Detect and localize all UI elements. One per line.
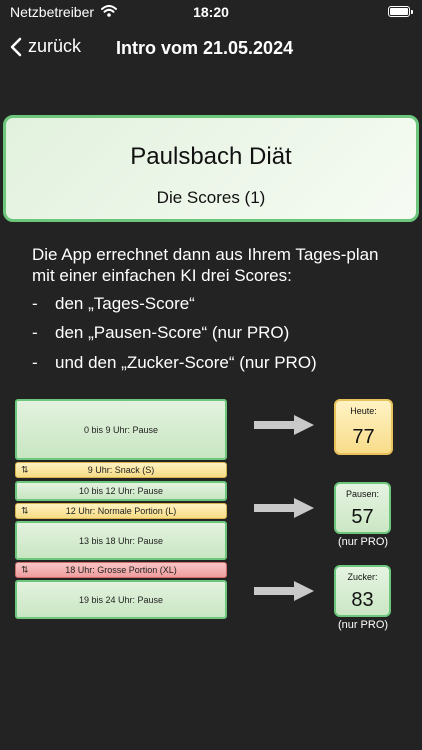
plan-block-label: 12 Uhr: Normale Portion (L) — [65, 506, 177, 516]
status-bar: Netzbetreiber 18:20 — [0, 0, 422, 26]
score-sugar-card: Zucker: 83 — [334, 565, 391, 617]
clock-time: 18:20 — [193, 4, 229, 20]
arrow-right-icon — [254, 415, 314, 435]
plan-block-pause: 13 bis 18 Uhr: Pause — [15, 521, 227, 560]
plan-block-pause: 19 bis 24 Uhr: Pause — [15, 580, 227, 619]
bullet-dash: - — [32, 294, 38, 313]
score-pause-card: Pausen: 57 — [334, 482, 391, 534]
plan-block-label: 18 Uhr: Grosse Portion (XL) — [65, 565, 177, 575]
plan-block-meal: ⇅ 12 Uhr: Normale Portion (L) — [15, 503, 227, 519]
arrow-right-icon — [254, 581, 314, 601]
plan-block-label: 10 bis 12 Uhr: Pause — [78, 486, 164, 496]
navigation-bar: zurück Intro vom 21.05.2024 — [0, 30, 422, 66]
bullet-text: den „Tages-Score“ — [55, 294, 195, 313]
swap-icon: ⇅ — [21, 464, 29, 475]
score-label: Zucker: — [347, 572, 378, 582]
bullet-text: den „Pausen-Score“ (nur PRO) — [55, 323, 290, 342]
bullet-text: und den „Zucker-Score“ (nur PRO) — [55, 353, 317, 372]
battery-icon — [388, 6, 413, 17]
plan-block-label: 0 bis 9 Uhr: Pause — [83, 424, 159, 435]
score-label: Pausen: — [345, 489, 380, 499]
plan-block-pause: 0 bis 9 Uhr: Pause — [15, 399, 227, 460]
chevron-left-icon — [10, 37, 22, 56]
pro-note: (nur PRO) — [337, 619, 389, 631]
intro-text: Die App errechnet dann aus Ihrem Tages-p… — [32, 245, 379, 285]
score-value: 77 — [352, 426, 375, 448]
page-title: Intro vom 21.05.2024 — [116, 38, 294, 58]
arrow-right-icon — [254, 498, 314, 518]
back-label: zurück — [28, 36, 82, 56]
plan-block-meal: ⇅ 18 Uhr: Grosse Portion (XL) — [15, 562, 227, 578]
swap-icon: ⇅ — [21, 564, 29, 575]
card-title: Paulsbach Diät — [130, 143, 292, 170]
swap-icon: ⇅ — [21, 505, 29, 516]
score-today-card: Heute: 77 — [334, 399, 393, 455]
back-button[interactable]: zurück — [10, 36, 81, 57]
bullet-dash: - — [32, 353, 38, 372]
score-value: 83 — [351, 589, 374, 611]
score-value: 57 — [351, 506, 374, 528]
plan-block-label: 19 bis 24 Uhr: Pause — [78, 594, 164, 605]
plan-block-label: 9 Uhr: Snack (S) — [87, 465, 155, 475]
plan-block-meal: ⇅ 9 Uhr: Snack (S) — [15, 462, 227, 478]
title-card: Paulsbach Diät Die Scores (1) — [3, 115, 419, 222]
plan-block-label: 13 bis 18 Uhr: Pause — [78, 535, 164, 546]
plan-block-pause: 10 bis 12 Uhr: Pause — [15, 481, 227, 501]
score-label: Heute: — [350, 406, 377, 416]
bullet-dash: - — [32, 323, 38, 342]
pro-note: (nur PRO) — [337, 536, 389, 548]
card-subtitle: Die Scores (1) — [156, 188, 266, 207]
